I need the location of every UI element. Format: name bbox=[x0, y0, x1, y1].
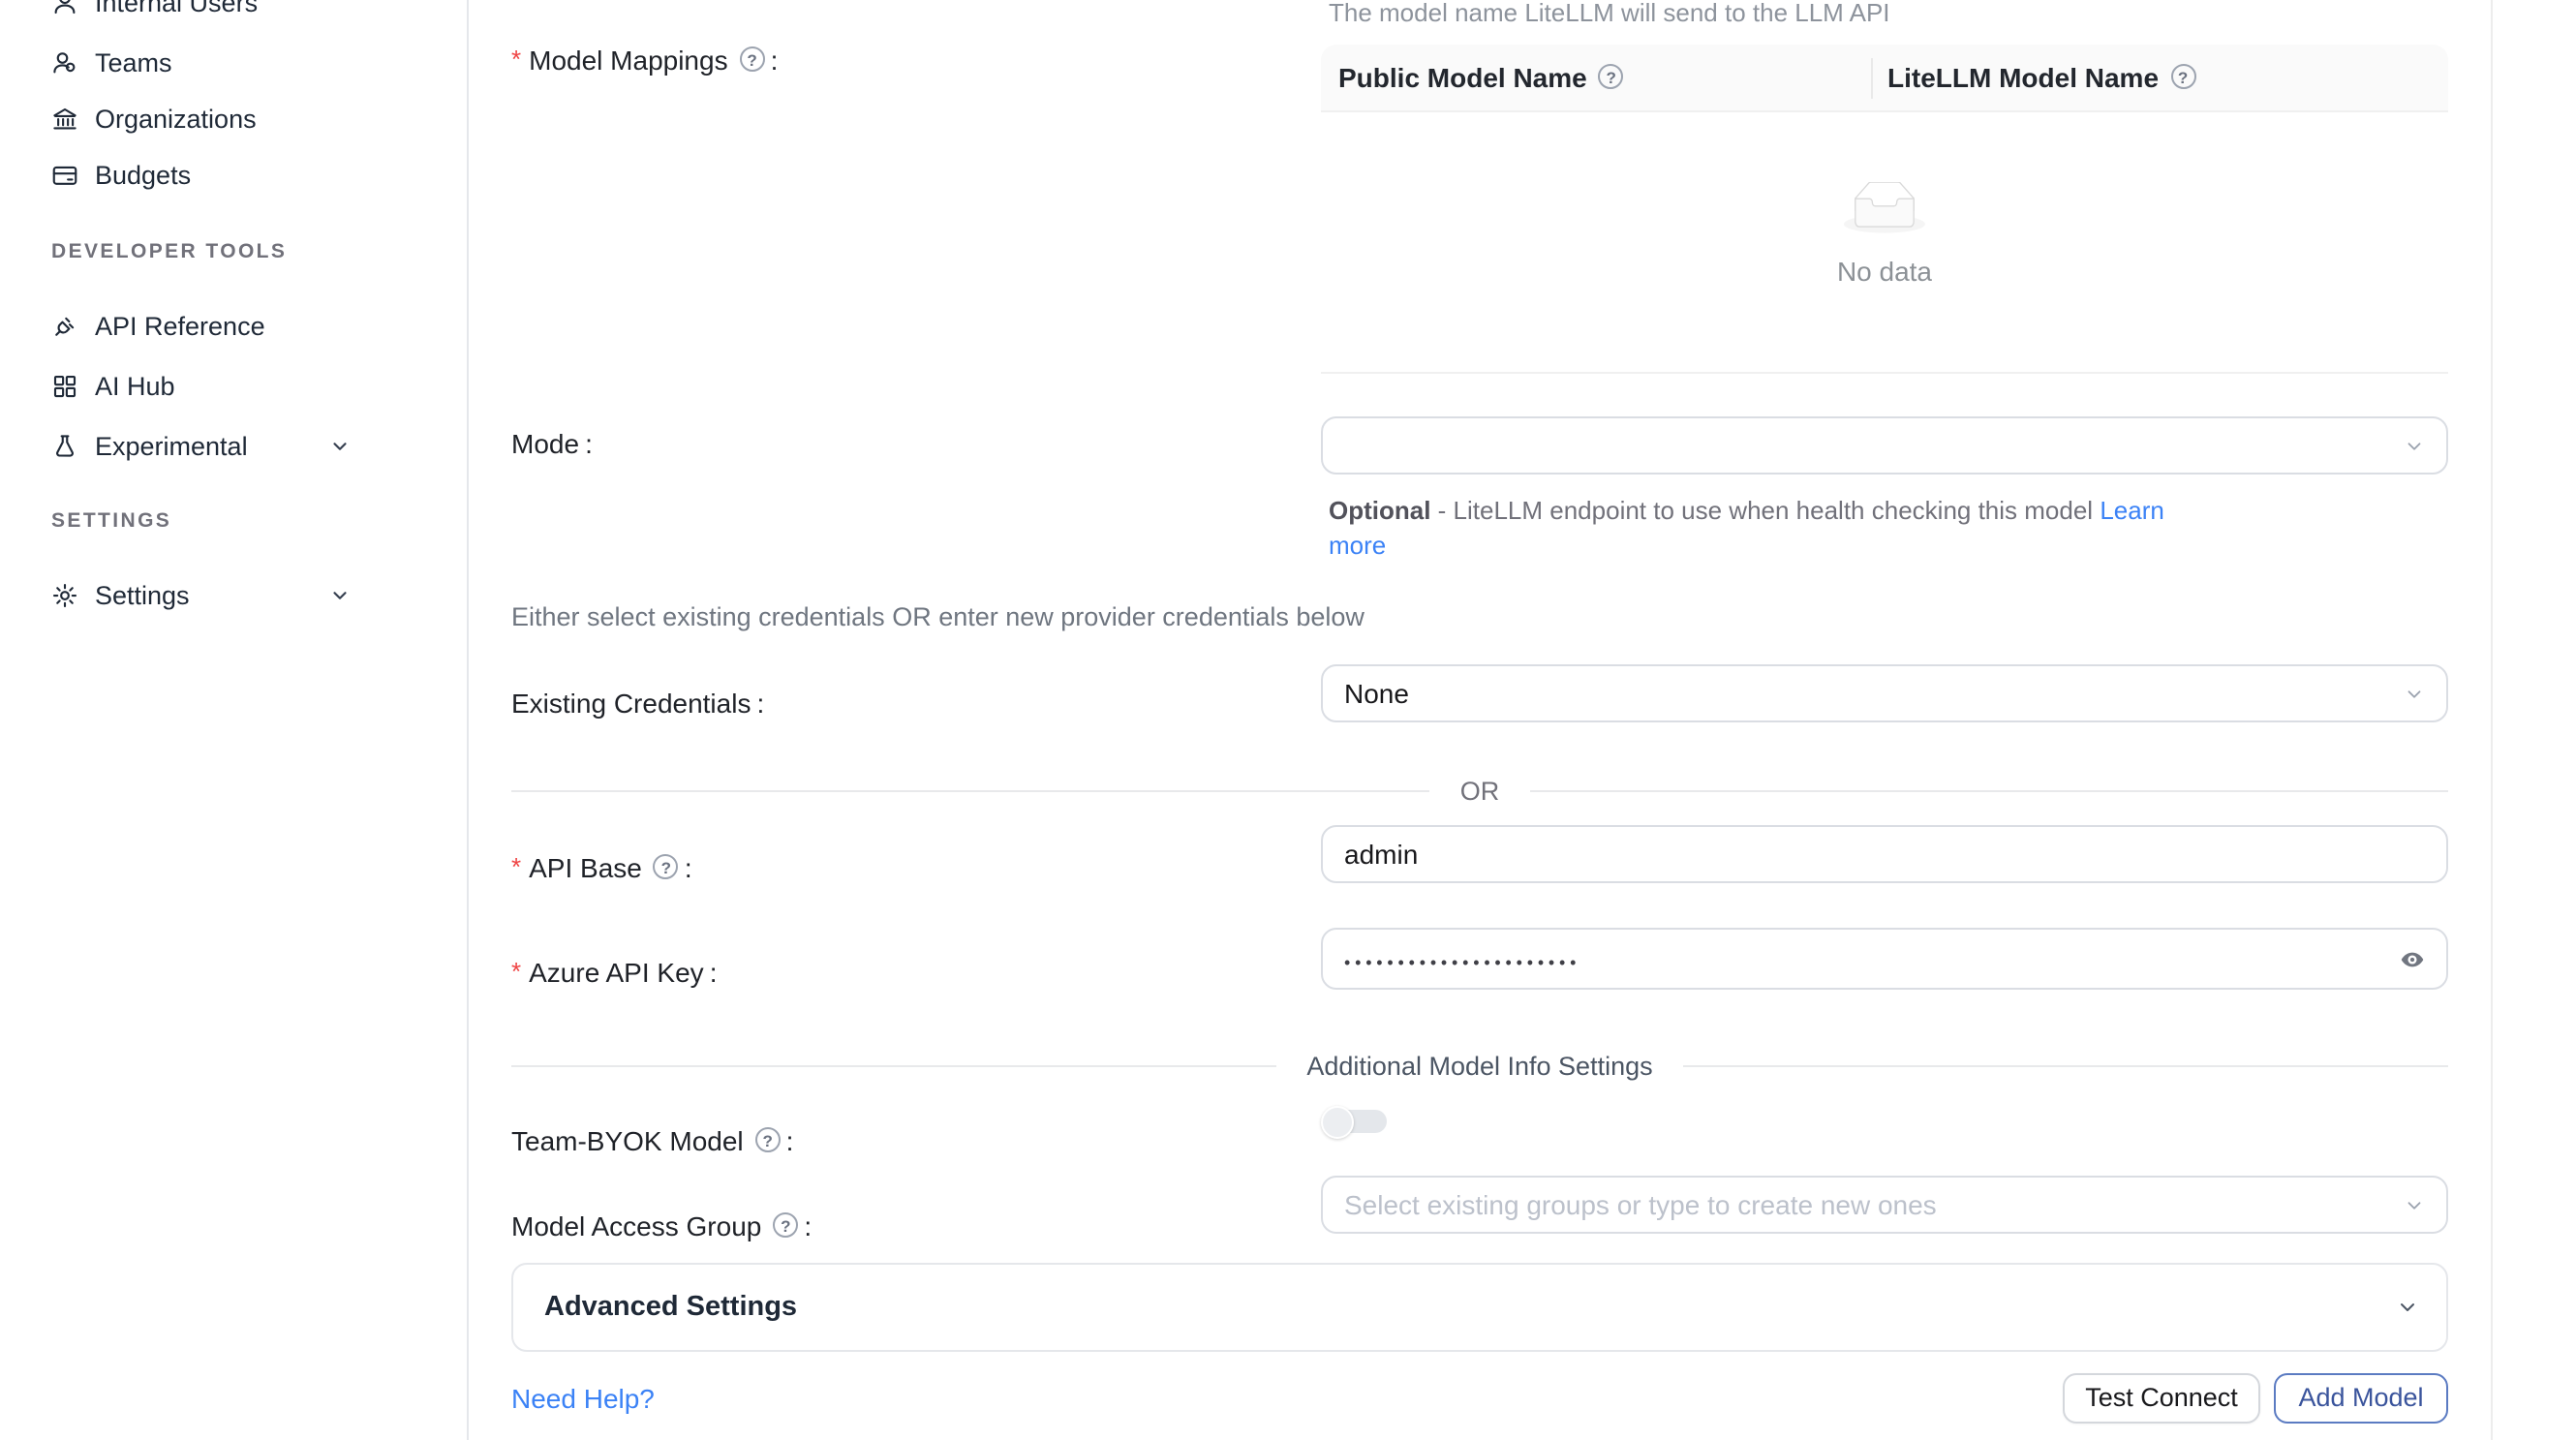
sidebar-item-label: Settings bbox=[95, 581, 190, 610]
mode-label: Mode : bbox=[511, 426, 593, 459]
model-access-group-placeholder: Select existing groups or type to create… bbox=[1344, 1189, 1937, 1220]
existing-credentials-label: Existing Credentials : bbox=[511, 686, 764, 719]
required-asterisk: * bbox=[511, 45, 521, 74]
grid-icon bbox=[50, 371, 79, 400]
sidebar-item-experimental[interactable]: Experimental bbox=[0, 416, 466, 475]
existing-credentials-value: None bbox=[1344, 678, 1409, 709]
chevron-down-icon bbox=[2404, 435, 2425, 456]
sidebar-item-label: Budgets bbox=[95, 161, 191, 190]
chevron-down-icon bbox=[2404, 683, 2425, 704]
sidebar-item-label: Internal Users bbox=[95, 0, 258, 17]
or-divider: OR bbox=[511, 775, 2448, 808]
help-circle-icon[interactable]: ? bbox=[1599, 64, 1624, 89]
model-access-group-select[interactable]: Select existing groups or type to create… bbox=[1321, 1176, 2448, 1234]
table-empty-state: No data bbox=[1321, 111, 2448, 374]
bank-icon bbox=[50, 105, 79, 134]
help-circle-icon[interactable]: ? bbox=[654, 854, 679, 879]
azure-api-key-input[interactable]: •••••••••••••••••••••• bbox=[1321, 928, 2448, 990]
help-circle-icon[interactable]: ? bbox=[755, 1127, 781, 1152]
advanced-settings-title: Advanced Settings bbox=[544, 1292, 797, 1323]
gear-icon bbox=[50, 581, 79, 610]
team-byok-label: Team-BYOK Model ? : bbox=[511, 1123, 793, 1156]
api-base-input[interactable]: admin bbox=[1321, 825, 2448, 883]
sidebar-section-settings: SETTINGS bbox=[51, 509, 171, 540]
sidebar: Internal Users Teams Organizations Budge… bbox=[0, 0, 468, 1440]
model-mappings-table: Public Model Name ? LiteLLM Model Name ?… bbox=[1321, 44, 2448, 374]
help-circle-icon[interactable]: ? bbox=[773, 1212, 798, 1238]
need-help-link[interactable]: Need Help? bbox=[511, 1383, 655, 1414]
test-connect-button[interactable]: Test Connect bbox=[2063, 1372, 2260, 1424]
required-asterisk: * bbox=[511, 957, 521, 986]
eye-icon[interactable] bbox=[2396, 946, 2429, 971]
credit-card-icon bbox=[50, 161, 79, 190]
users-icon bbox=[50, 47, 79, 77]
add-model-button[interactable]: Add Model bbox=[2274, 1372, 2448, 1424]
additional-settings-divider: Additional Model Info Settings bbox=[511, 1049, 2448, 1082]
sidebar-item-settings[interactable]: Settings bbox=[0, 567, 466, 625]
chevron-down-icon bbox=[2396, 1296, 2419, 1319]
sidebar-item-internal-users[interactable]: Internal Users bbox=[0, 0, 466, 32]
column-divider bbox=[1870, 57, 1872, 98]
model-mappings-label: * Model Mappings ? : bbox=[511, 43, 778, 76]
help-circle-icon[interactable]: ? bbox=[2170, 64, 2195, 89]
column-litellm-model-name: LiteLLM Model Name ? bbox=[1870, 44, 2195, 109]
advanced-settings-panel[interactable]: Advanced Settings bbox=[511, 1262, 2448, 1352]
chevron-down-icon bbox=[2404, 1194, 2425, 1215]
no-data-text: No data bbox=[1837, 255, 1932, 286]
learn-more-link[interactable]: more bbox=[1329, 530, 1386, 559]
sidebar-item-label: AI Hub bbox=[95, 371, 175, 400]
chevron-down-icon bbox=[329, 435, 351, 456]
mode-help-text: Optional - LiteLLM endpoint to use when … bbox=[1329, 494, 2164, 562]
credentials-note: Either select existing credentials OR en… bbox=[511, 601, 1365, 630]
flask-icon bbox=[50, 431, 79, 460]
sidebar-item-api-reference[interactable]: API Reference bbox=[0, 297, 466, 355]
column-public-model-name: Public Model Name ? bbox=[1321, 44, 1870, 109]
sidebar-item-label: Teams bbox=[95, 47, 172, 77]
sidebar-section-developer-tools: DEVELOPER TOOLS bbox=[51, 240, 287, 271]
help-circle-icon[interactable]: ? bbox=[740, 46, 765, 72]
sidebar-item-budgets[interactable]: Budgets bbox=[0, 146, 466, 204]
table-header: Public Model Name ? LiteLLM Model Name ? bbox=[1321, 44, 2448, 111]
sidebar-item-label: Organizations bbox=[95, 105, 257, 134]
api-base-value: admin bbox=[1344, 839, 1418, 870]
mode-select[interactable] bbox=[1321, 416, 2448, 475]
team-byok-toggle[interactable] bbox=[1321, 1105, 1389, 1138]
model-access-group-label: Model Access Group ? : bbox=[511, 1209, 812, 1241]
plug-icon bbox=[50, 312, 79, 341]
required-asterisk: * bbox=[511, 852, 521, 881]
azure-api-key-label: * Azure API Key : bbox=[511, 955, 717, 988]
sidebar-item-organizations[interactable]: Organizations bbox=[0, 90, 466, 148]
toggle-knob bbox=[1321, 1105, 1354, 1138]
sidebar-item-teams[interactable]: Teams bbox=[0, 33, 466, 91]
learn-more-link[interactable]: Learn bbox=[2100, 496, 2164, 525]
masked-password-value: •••••••••••••••••••••• bbox=[1344, 946, 1580, 971]
sidebar-item-label: API Reference bbox=[95, 312, 265, 341]
chevron-down-icon bbox=[329, 585, 351, 606]
api-base-label: * API Base ? : bbox=[511, 850, 692, 883]
model-name-help-text: The model name LiteLLM will send to the … bbox=[1329, 0, 1890, 27]
user-icon bbox=[50, 0, 79, 17]
sidebar-item-ai-hub[interactable]: AI Hub bbox=[0, 356, 466, 414]
app-viewport: Internal Users Teams Organizations Budge… bbox=[0, 0, 2576, 1440]
content-right-divider bbox=[2491, 0, 2493, 1440]
empty-inbox-icon bbox=[1844, 181, 1925, 233]
sidebar-item-label: Experimental bbox=[95, 431, 248, 460]
existing-credentials-select[interactable]: None bbox=[1321, 664, 2448, 722]
